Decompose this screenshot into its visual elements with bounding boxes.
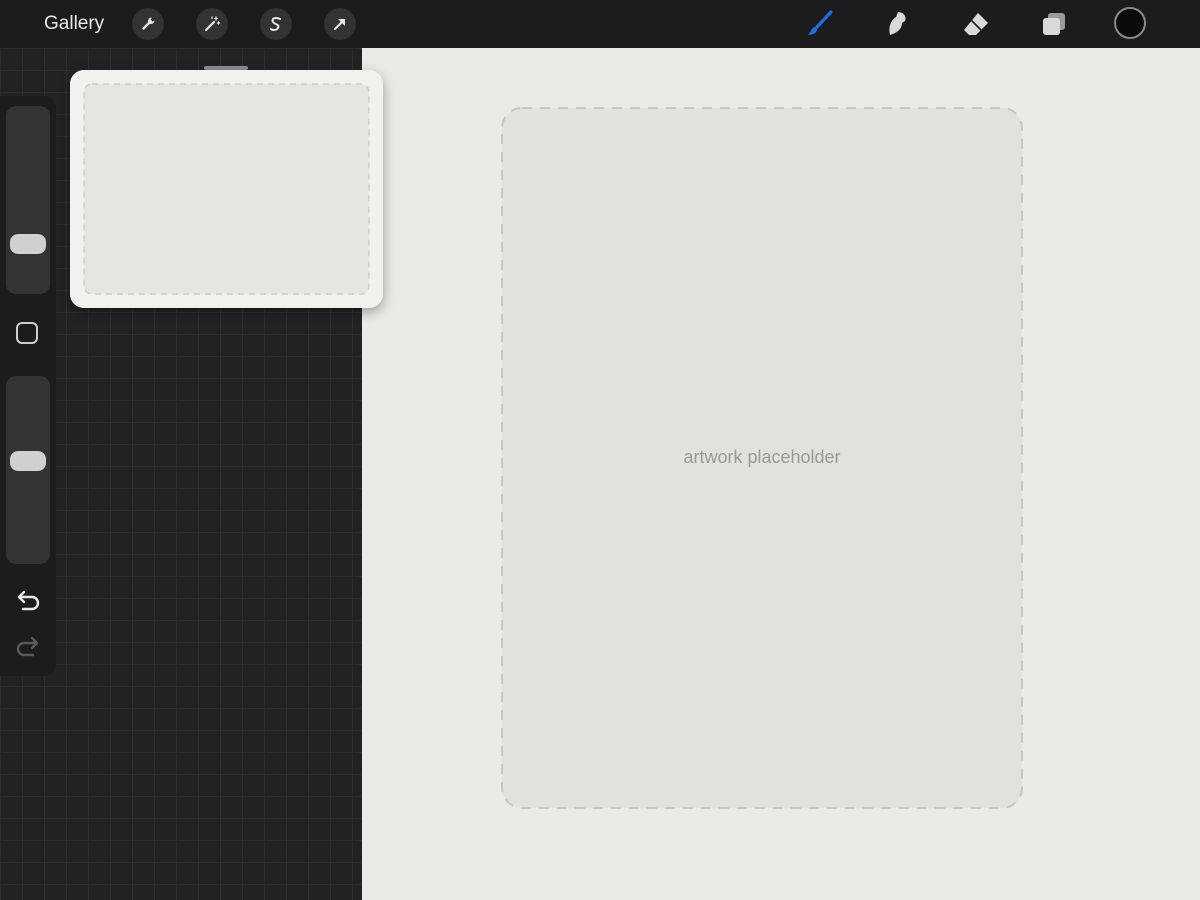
layers-button[interactable]	[1036, 6, 1072, 42]
brush-size-slider[interactable]	[6, 106, 50, 294]
actions-button[interactable]	[132, 8, 164, 40]
adjustments-button[interactable]	[196, 8, 228, 40]
sketch-artwork: artwork placeholder	[501, 107, 1023, 809]
undo-icon	[17, 590, 40, 611]
selection-button[interactable]	[260, 8, 292, 40]
opacity-knob[interactable]	[10, 451, 46, 471]
left-sidebar	[0, 96, 56, 676]
magic-wand-icon	[204, 16, 221, 32]
modify-button[interactable]	[16, 322, 38, 344]
reference-thumbnail	[70, 70, 383, 308]
brush-size-knob[interactable]	[10, 234, 46, 254]
opacity-slider[interactable]	[6, 376, 50, 564]
top-toolbar: Gallery	[0, 0, 1200, 48]
redo-button[interactable]	[14, 634, 42, 663]
color-picker-button[interactable]	[1114, 7, 1146, 39]
drawing-canvas[interactable]: artwork placeholder	[362, 48, 1200, 900]
redo-icon	[16, 636, 39, 657]
selection-s-icon	[270, 17, 281, 31]
brush-tool-button[interactable]	[802, 6, 838, 42]
eraser-icon	[964, 13, 988, 35]
svg-text:artwork placeholder: artwork placeholder	[683, 447, 840, 467]
eraser-tool-button[interactable]	[958, 6, 994, 42]
wrench-icon	[142, 17, 155, 30]
transform-button[interactable]	[324, 8, 356, 40]
undo-button[interactable]	[14, 588, 42, 617]
smudge-tool-button[interactable]	[880, 6, 916, 42]
brush-icon	[808, 10, 833, 35]
layers-icon	[1043, 13, 1065, 35]
smudge-icon	[889, 12, 906, 35]
gallery-button[interactable]: Gallery	[44, 13, 104, 35]
reference-window[interactable]	[70, 70, 383, 308]
transform-arrow-icon	[334, 19, 345, 30]
